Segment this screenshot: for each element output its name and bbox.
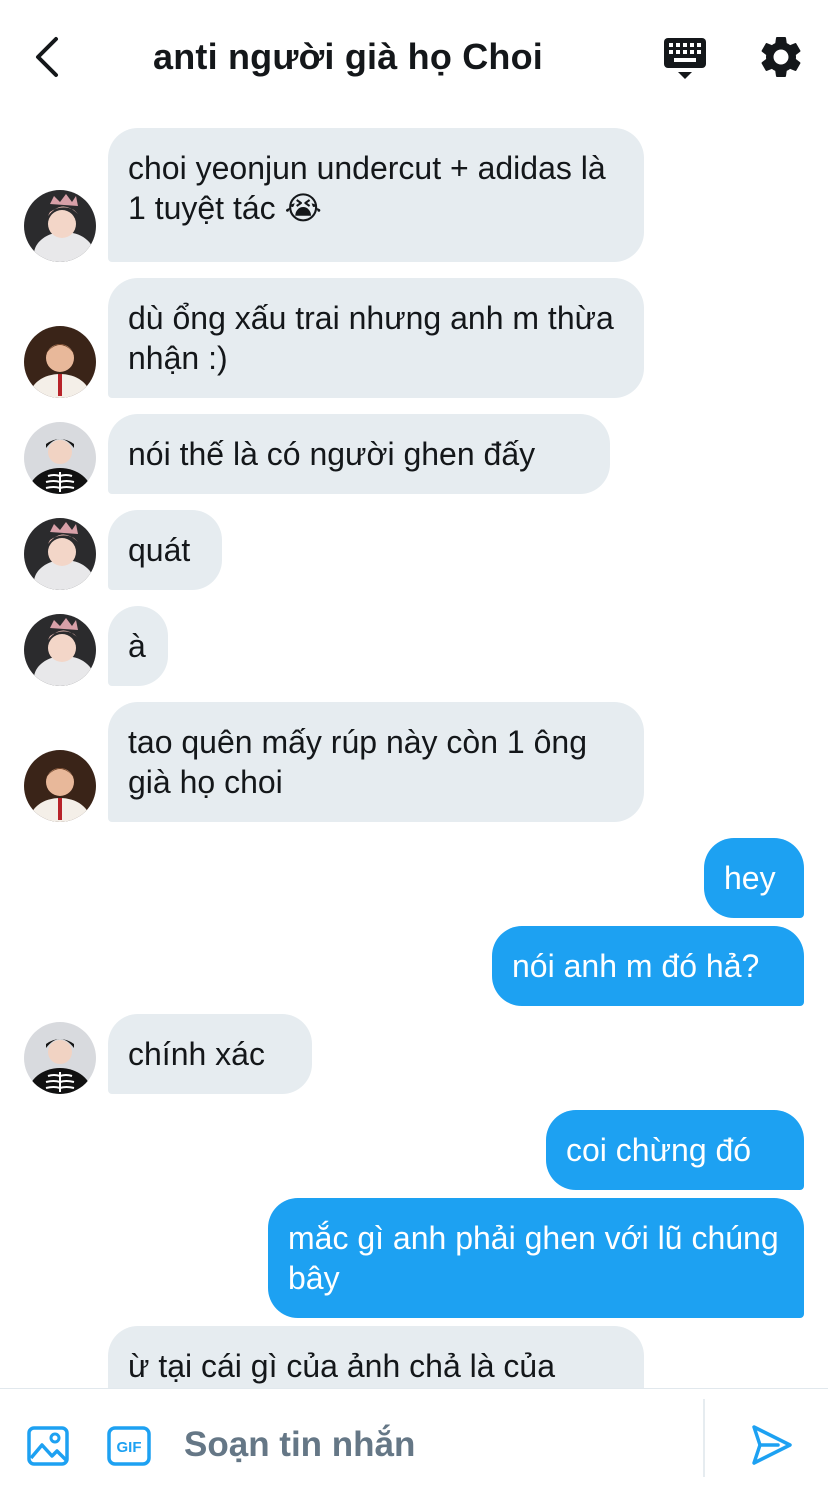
message-bubble-outgoing[interactable]: coi chừng đó — [546, 1110, 804, 1190]
message-text: mắc gì anh phải ghen với lũ chúng bây — [288, 1220, 779, 1296]
avatar[interactable] — [24, 326, 96, 398]
message-text: chính xác — [128, 1036, 265, 1072]
gif-label: GIF — [117, 1439, 142, 1456]
avatar[interactable] — [24, 614, 96, 686]
avatar[interactable] — [24, 518, 96, 590]
crown-avatar-image — [24, 190, 96, 262]
send-icon — [752, 1425, 792, 1465]
avatar[interactable] — [24, 190, 96, 262]
message-list[interactable]: choi yeonjun undercut + adidas là 1 tuyệ… — [0, 112, 828, 1388]
message-bubble-outgoing[interactable]: mắc gì anh phải ghen với lũ chúng bây — [268, 1198, 804, 1318]
message-text: coi chừng đó — [566, 1132, 752, 1168]
crown-avatar-image — [24, 614, 96, 686]
image-icon — [27, 1426, 69, 1466]
message-text: hey — [724, 860, 776, 896]
message-bubble-outgoing[interactable]: hey — [704, 838, 804, 918]
message-input[interactable]: Soạn tin nhắn — [184, 1419, 684, 1471]
message-text: tao quên mấy rúp này còn 1 ông già họ ch… — [128, 724, 587, 800]
avatar[interactable] — [24, 1022, 96, 1094]
send-button[interactable] — [748, 1423, 794, 1467]
message-bubble-incoming[interactable]: ừ tại cái gì của ảnh chả là của — [108, 1326, 644, 1388]
add-gif-button[interactable]: GIF — [106, 1425, 152, 1467]
message-input-placeholder: Soạn tin nhắn — [184, 1425, 416, 1464]
keyboard-icon — [664, 38, 706, 79]
message-bubble-incoming[interactable]: quát — [108, 510, 222, 590]
message-bubble-incoming[interactable]: dù ổng xấu trai nhưng anh m thừa nhận :) — [108, 278, 644, 398]
keyboard-button[interactable] — [660, 34, 710, 82]
message-composer: GIF Soạn tin nhắn — [0, 1388, 828, 1488]
warm-avatar-image — [24, 326, 96, 398]
message-text: choi yeonjun undercut + adidas là 1 tuyệ… — [128, 150, 606, 226]
warm-avatar-image — [24, 750, 96, 822]
message-bubble-incoming[interactable]: chính xác — [108, 1014, 312, 1094]
avatar[interactable] — [24, 422, 96, 494]
add-image-button[interactable] — [26, 1425, 70, 1467]
skeleton-avatar-image — [24, 1022, 96, 1094]
message-bubble-incoming[interactable]: choi yeonjun undercut + adidas là 1 tuyệ… — [108, 128, 644, 262]
settings-button[interactable] — [756, 32, 806, 82]
gif-icon: GIF — [107, 1426, 151, 1466]
conversation-header: anti người già họ Choi — [0, 0, 828, 112]
composer-divider — [703, 1399, 705, 1477]
message-text: nói anh m đó hả? — [512, 948, 760, 984]
message-text: nói thế là có người ghen đấy — [128, 436, 536, 472]
message-bubble-incoming[interactable]: tao quên mấy rúp này còn 1 ông già họ ch… — [108, 702, 644, 822]
avatar[interactable] — [24, 750, 96, 822]
skeleton-avatar-image — [24, 422, 96, 494]
message-bubble-incoming[interactable]: nói thế là có người ghen đấy — [108, 414, 610, 494]
conversation-title-text: anti người già họ Choi — [152, 36, 544, 77]
message-bubble-outgoing[interactable]: nói anh m đó hả? — [492, 926, 804, 1006]
crown-avatar-image — [24, 518, 96, 590]
message-text: quát — [128, 532, 191, 568]
gear-icon — [761, 36, 801, 77]
message-bubble-incoming[interactable]: à — [108, 606, 168, 686]
message-text: ừ tại cái gì của ảnh chả là của — [128, 1348, 556, 1384]
message-text: dù ổng xấu trai nhưng anh m thừa nhận :) — [128, 300, 614, 376]
message-text: à — [128, 628, 146, 664]
